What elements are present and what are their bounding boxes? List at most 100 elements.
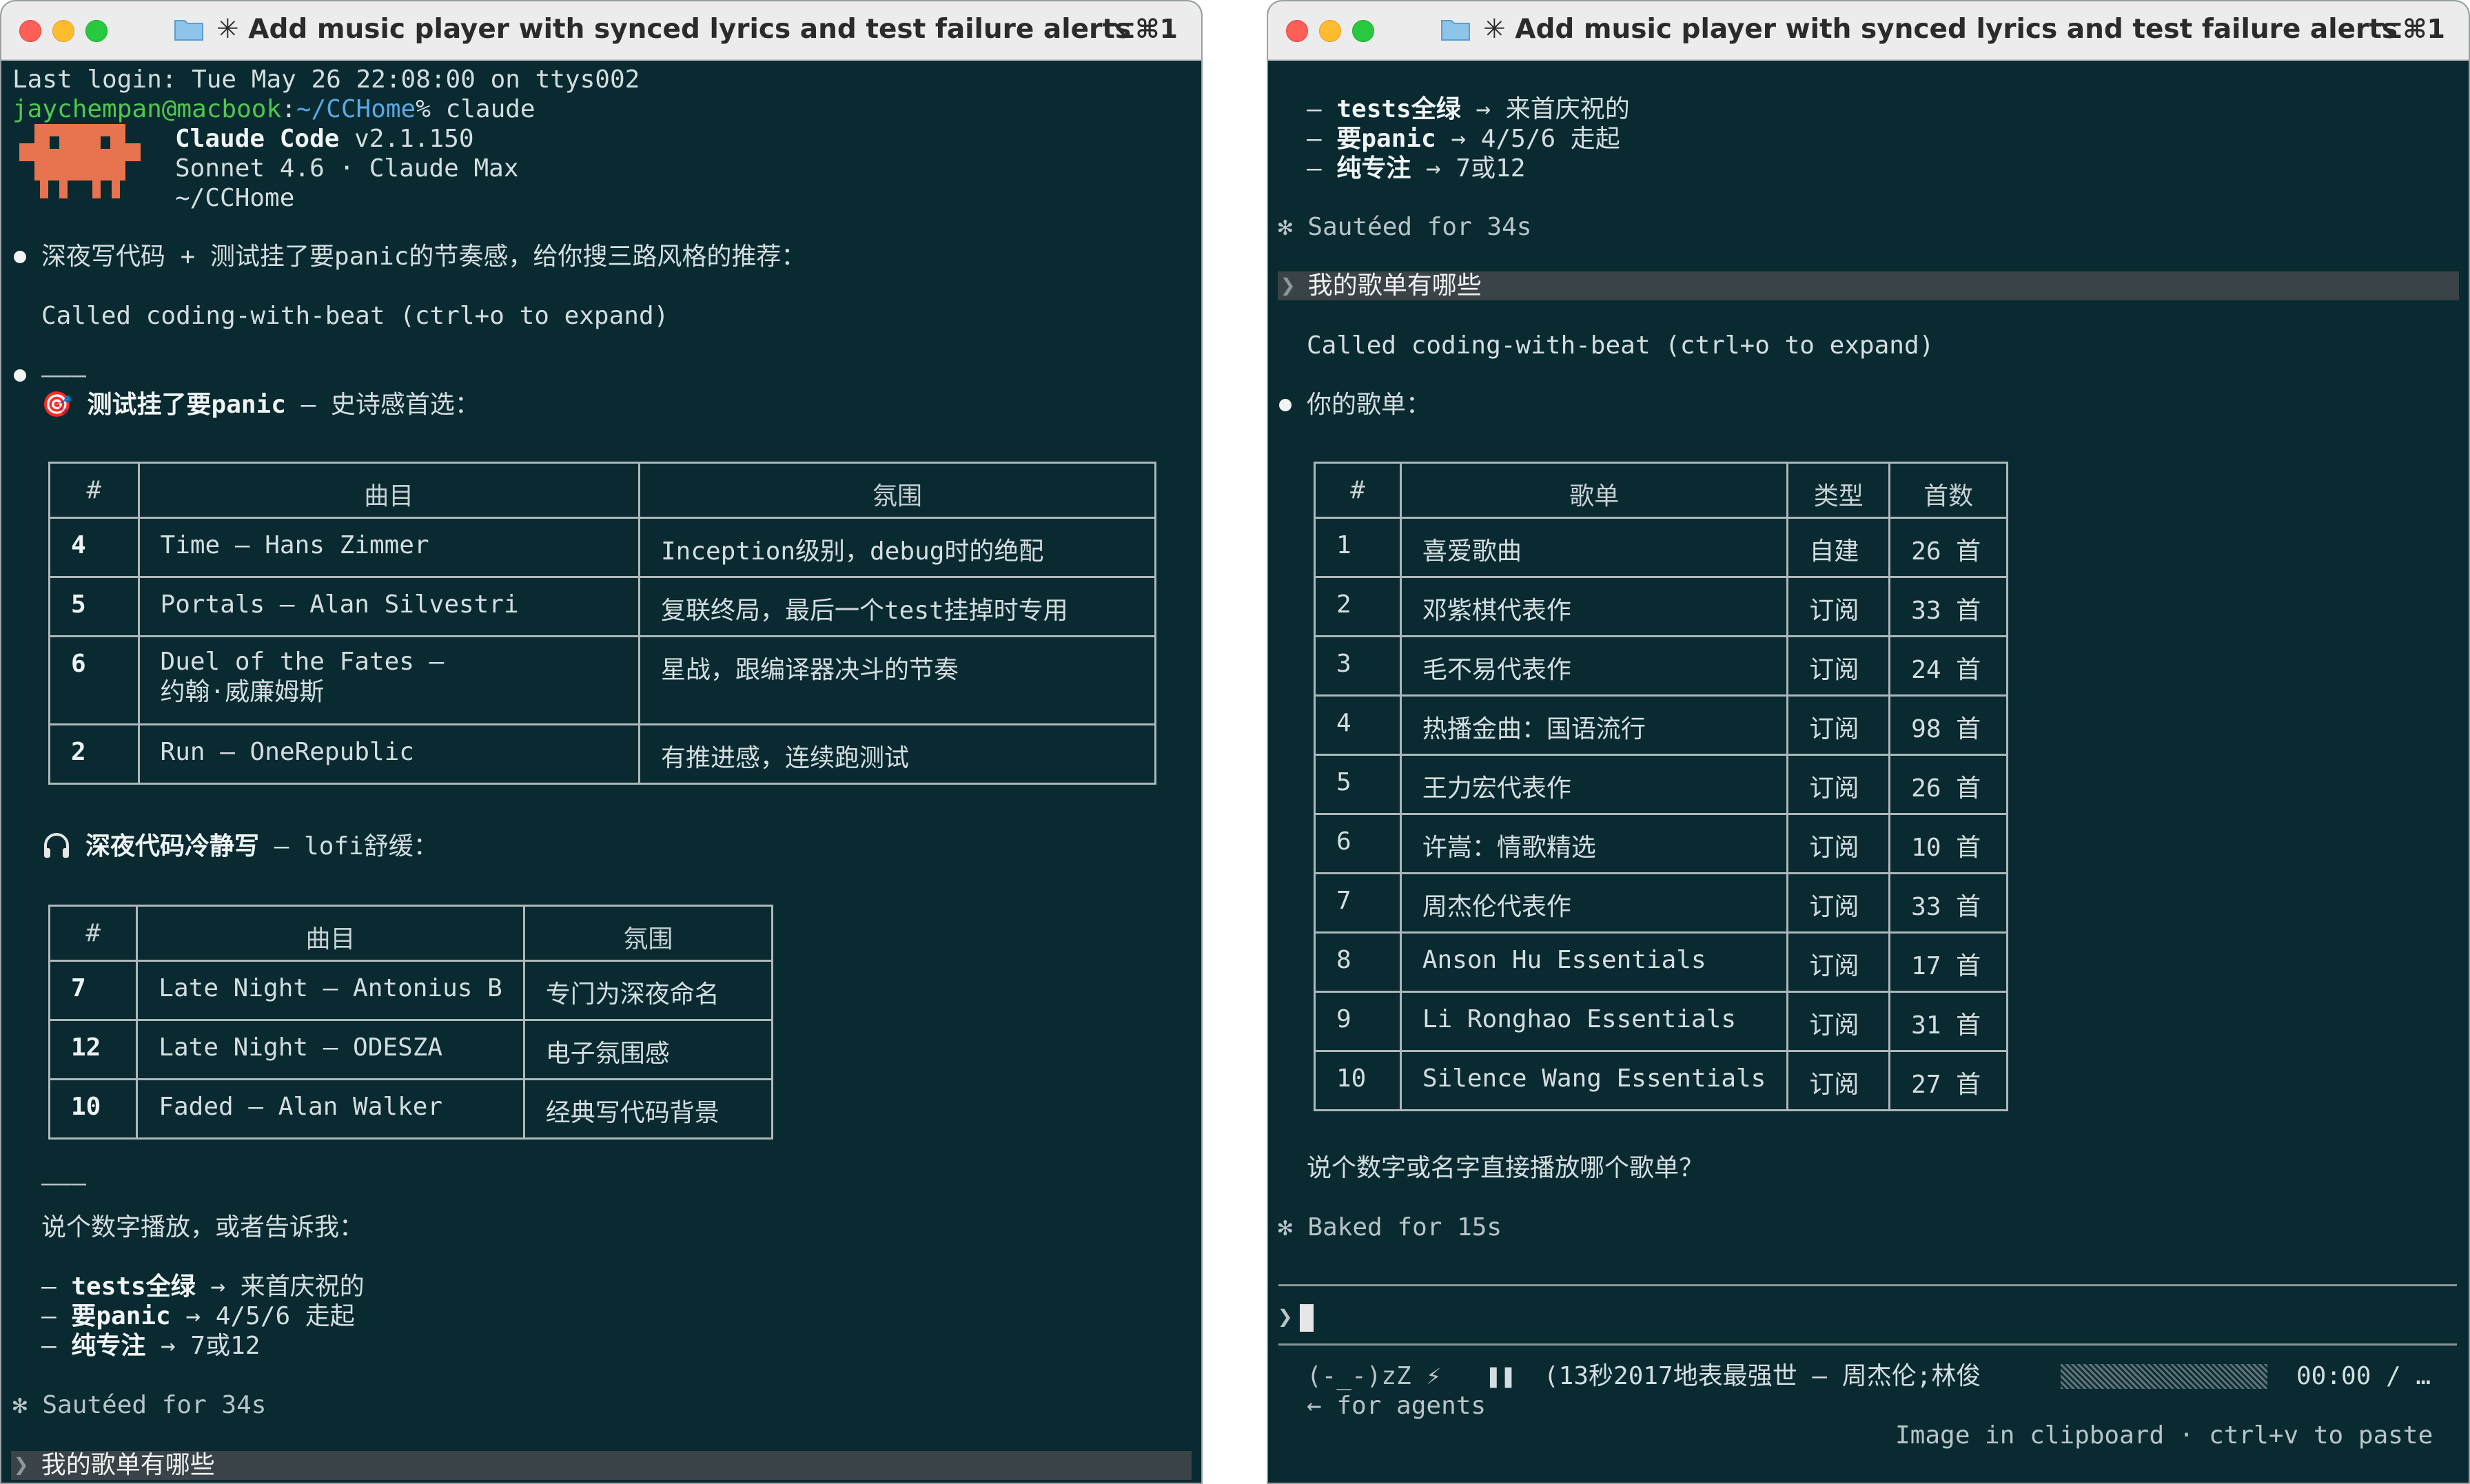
table-row[interactable]: 2 Run — OneRepublic 有推进感，连续跑测试	[48, 723, 1157, 785]
prompt-user: jaychempan@macbook	[12, 95, 282, 123]
playback-progress-bar[interactable]	[2061, 1364, 2267, 1389]
window-shortcut: ⌥⌘1	[1105, 14, 1178, 44]
input-line[interactable]: ❯	[1278, 1302, 1314, 1332]
section-title: 深夜代码冷静写	[85, 832, 260, 860]
track-title: Time — Hans Zimmer	[137, 517, 640, 578]
table-row[interactable]: 7 周杰伦代表作 订阅 33 首	[1314, 872, 2008, 934]
playlist-ask: 说个数字或名字直接播放哪个歌单？	[1307, 1154, 1704, 1182]
user-message-bar[interactable]: ❯ 我的歌单有哪些	[1278, 271, 2459, 300]
playlist-count: 33 首	[1888, 576, 2008, 637]
minimize-button[interactable]	[52, 20, 74, 42]
title-bar[interactable]: ✳ Add music player with synced lyrics an…	[1268, 1, 2469, 61]
playlist-type: 订阅	[1786, 694, 1891, 756]
recommend-table-lofi: # 曲目 氛围 7 Late Night — Antonius B 专门为深夜命…	[48, 905, 774, 1140]
playlist-count: 31 首	[1888, 991, 2008, 1052]
option-item: – 纯专注 → 7或12	[1307, 154, 1526, 183]
table-row[interactable]: 8 Anson Hu Essentials 订阅 17 首	[1314, 931, 2008, 993]
table-row[interactable]: 12 Late Night — ODESZA 电子氛围感	[48, 1019, 774, 1080]
option-desc: → 来首庆祝的	[1460, 95, 1630, 123]
track-title: Faded — Alan Walker	[136, 1078, 525, 1140]
track-title: Late Night — ODESZA	[136, 1019, 525, 1080]
option-item: – 要panic → 4/5/6 走起	[1307, 125, 1620, 153]
playlist-type: 订阅	[1786, 1050, 1891, 1111]
playlist-number: 7	[1314, 872, 1402, 934]
track-mood: Inception级别，debug时的绝配	[637, 517, 1157, 578]
table-row[interactable]: 1 喜爱歌曲 自建 26 首	[1314, 517, 2008, 578]
track-number: 7	[48, 960, 139, 1021]
table-row[interactable]: 5 王力宏代表作 订阅 26 首	[1314, 754, 2008, 815]
table-header: 首数	[1888, 462, 2008, 519]
headphones-icon	[44, 833, 69, 858]
table-header-row: # 曲目 氛围	[48, 462, 1157, 519]
tool-call-line[interactable]: Called coding-with-beat (ctrl+o to expan…	[41, 301, 668, 331]
pause-icon[interactable]: ❚❚	[1486, 1361, 1515, 1392]
playlist-type: 订阅	[1786, 931, 1891, 993]
track-number: 5	[48, 576, 140, 637]
app-name: Claude Code	[175, 125, 340, 153]
playlist-type: 自建	[1786, 517, 1891, 578]
zoom-button[interactable]	[1352, 20, 1374, 42]
tool-call-line[interactable]: Called coding-with-beat (ctrl+o to expan…	[1307, 331, 1934, 361]
table-header: 氛围	[637, 462, 1157, 519]
table-row[interactable]: 2 邓紫棋代表作 订阅 33 首	[1314, 576, 2008, 637]
table-header: 氛围	[522, 905, 774, 962]
playlist-name: 热播金曲：国语流行	[1399, 694, 1789, 756]
playlist-number: 2	[1314, 576, 1402, 637]
app-name-line: Claude Code v2.1.150	[175, 124, 474, 154]
playlist-name: Silence Wang Essentials	[1399, 1050, 1789, 1111]
table-row[interactable]: 6 Duel of the Fates — 约翰·威廉姆斯 星战，跟编译器决斗的…	[48, 635, 1157, 725]
section-subtitle: — lofi舒缓：	[259, 832, 438, 860]
option-desc: → 4/5/6 走起	[170, 1302, 355, 1330]
terminal-window-right[interactable]: ✳ Add music player with synced lyrics an…	[1267, 0, 2470, 1484]
playlists-heading: 你的歌单：	[1307, 391, 1431, 419]
option-item: – 要panic → 4/5/6 走起	[41, 1302, 355, 1330]
option-desc: → 7或12	[1411, 154, 1526, 183]
section-subtitle: — 史诗感首选：	[285, 391, 480, 419]
playlist-number: 5	[1314, 754, 1402, 815]
table-row[interactable]: 5 Portals — Alan Silvestri 复联终局，最后一个test…	[48, 576, 1157, 637]
model-line: Sonnet 4.6 · Claude Max	[175, 154, 519, 183]
chevron-right-icon: ❯	[14, 1451, 29, 1479]
table-header: 歌单	[1399, 462, 1789, 519]
terminal-window-left[interactable]: ✳ Add music player with synced lyrics an…	[0, 0, 1203, 1484]
folder-icon	[1441, 20, 1470, 41]
table-row[interactable]: 10 Faded — Alan Walker 经典写代码背景	[48, 1078, 774, 1140]
close-button[interactable]	[19, 20, 41, 42]
window-shortcut: ⌥⌘1	[2372, 14, 2445, 44]
prompt-path: ~/CCHome	[296, 95, 416, 123]
playlist-type: 订阅	[1786, 576, 1891, 637]
app-version: v2.1.150	[339, 125, 474, 153]
window-title: ✳ Add music player with synced lyrics an…	[1483, 14, 2398, 45]
minimize-button[interactable]	[1319, 20, 1341, 42]
now-playing: (13秒2017地表最强世 — 周杰伦;林俊	[1544, 1362, 1981, 1390]
table-row[interactable]: 6 许嵩：情歌精选 订阅 10 首	[1314, 813, 2008, 874]
playlist-count: 26 首	[1888, 754, 2008, 815]
zoom-button[interactable]	[85, 20, 108, 42]
user-message-bar[interactable]: ❯ 我的歌单有哪些	[11, 1451, 1192, 1480]
option-label: 要panic	[1336, 125, 1436, 153]
table-row[interactable]: 4 热播金曲：国语流行 订阅 98 首	[1314, 694, 2008, 756]
option-label: tests全绿	[1336, 95, 1461, 123]
status-sauteed: ✻ Sautéed for 34s	[1278, 213, 1532, 241]
last-login-line: Last login: Tue May 26 22:08:00 on ttys0…	[12, 65, 640, 94]
playlist-name: 王力宏代表作	[1399, 754, 1789, 815]
playlist-name: Li Ronghao Essentials	[1399, 991, 1789, 1052]
table-row[interactable]: 4 Time — Hans Zimmer Inception级别，debug时的…	[48, 517, 1157, 578]
section-heading: 🎯 测试挂了要panic — 史诗感首选：	[41, 390, 480, 420]
close-button[interactable]	[1286, 20, 1308, 42]
folder-icon	[174, 20, 203, 41]
playlist-number: 9	[1314, 991, 1402, 1052]
title-bar[interactable]: ✳ Add music player with synced lyrics an…	[1, 1, 1201, 61]
option-label: 要panic	[71, 1302, 171, 1330]
table-row[interactable]: 3 毛不易代表作 订阅 24 首	[1314, 635, 2008, 697]
playlist-name: 许嵩：情歌精选	[1399, 813, 1789, 874]
table-row[interactable]: 7 Late Night — Antonius B 专门为深夜命名	[48, 960, 774, 1021]
user-message: 我的歌单有哪些	[1307, 271, 1482, 300]
status-face: (-_-)zZ ⚡	[1307, 1362, 1442, 1390]
table-header: #	[1314, 462, 1402, 519]
option-desc: → 来首庆祝的	[195, 1272, 365, 1301]
table-row[interactable]: 10 Silence Wang Essentials 订阅 27 首	[1314, 1050, 2008, 1111]
prompt-command: % claude	[416, 95, 535, 123]
table-row[interactable]: 9 Li Ronghao Essentials 订阅 31 首	[1314, 991, 2008, 1052]
option-label: tests全绿	[71, 1272, 196, 1301]
